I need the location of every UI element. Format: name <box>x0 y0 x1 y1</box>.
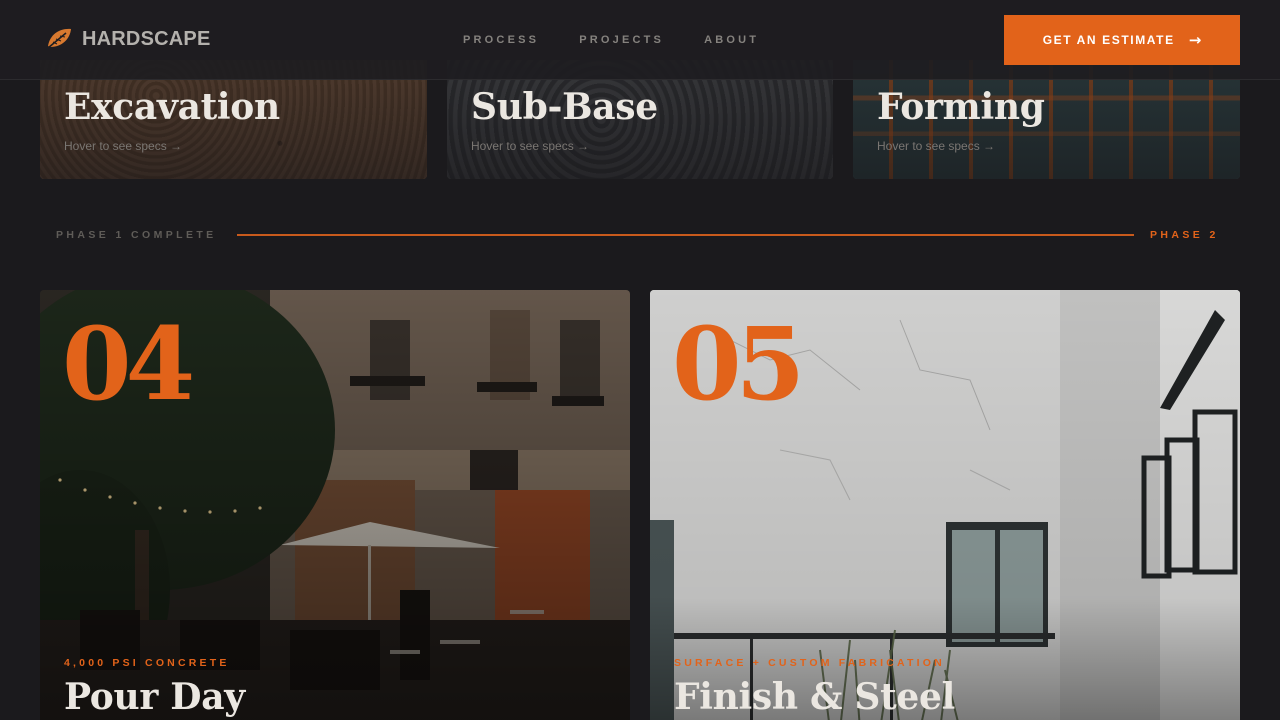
arrow-right-icon: → <box>1188 31 1202 49</box>
card-title: Pour Day <box>64 676 245 718</box>
step-number: 05 <box>672 305 805 423</box>
phase-card-pour-day[interactable]: 04 4,000 PSI CONCRETE Pour Day <box>40 290 630 720</box>
brand-name: HARDSCAPE <box>82 27 211 50</box>
card-hover-hint: Hover to see specs → <box>471 139 590 153</box>
site-header: HARDSCAPE PROCESS PROJECTS ABOUT GET AN … <box>0 0 1280 80</box>
cta-label: GET AN ESTIMATE <box>1042 33 1175 47</box>
phase-card-finish-steel[interactable]: 05 SURFACE + CUSTOM FABRICATION Finish &… <box>650 290 1240 720</box>
card-hover-hint: Hover to see specs → <box>64 139 183 153</box>
get-estimate-button[interactable]: GET AN ESTIMATE → <box>1004 15 1240 65</box>
leaf-logo-icon <box>47 28 71 49</box>
main-nav: PROCESS PROJECTS ABOUT <box>463 34 759 46</box>
nav-process-link[interactable]: PROCESS <box>463 34 539 46</box>
step-tag: SURFACE + CUSTOM FABRICATION <box>674 657 945 669</box>
phase-2-label: PHASE 2 <box>1150 229 1219 241</box>
card-hover-hint: Hover to see specs → <box>877 139 996 153</box>
step-tag: 4,000 PSI CONCRETE <box>64 657 230 669</box>
card-title: Excavation <box>64 86 280 128</box>
card-title: Forming <box>877 86 1045 128</box>
brand-logo[interactable]: HARDSCAPE <box>44 24 210 54</box>
card-title: Finish & Steel <box>674 676 956 718</box>
phase-1-complete-label: PHASE 1 COMPLETE <box>56 229 217 241</box>
phase-progress-line <box>237 234 1134 236</box>
step-number: 04 <box>62 305 195 423</box>
nav-about-link[interactable]: ABOUT <box>704 34 759 46</box>
nav-projects-link[interactable]: PROJECTS <box>579 34 664 46</box>
card-title: Sub-Base <box>471 86 658 128</box>
